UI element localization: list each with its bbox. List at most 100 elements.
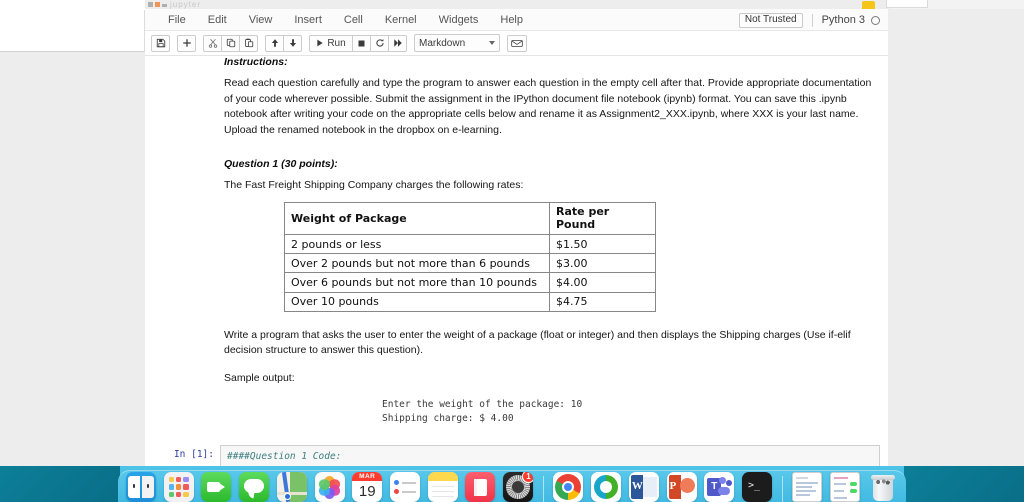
dock-icon-notes[interactable] [427,472,458,502]
menu-cell[interactable]: Cell [333,12,374,28]
trust-status-badge[interactable]: Not Trusted [738,12,803,28]
instructions-heading: Instructions: [224,56,288,68]
dock-icon-chrome[interactable] [553,472,584,502]
dock-icon-launchpad[interactable] [163,472,194,502]
dock-icon-window-2[interactable] [830,472,861,502]
kernel-separator [811,13,813,27]
calendar-day-label: 19 [358,483,376,500]
shipping-rates-table: Weight of Package Rate per Pound 2 pound… [284,201,656,312]
dock-separator [781,476,783,502]
sample-output-block: Enter the weight of the package: 10 Ship… [382,399,583,424]
table-header-weight: Weight of Package [284,201,550,236]
table-row: Over 2 pounds but not more than 6 pounds… [284,253,656,274]
menu-view[interactable]: View [238,12,284,28]
table-cell-weight: Over 10 pounds [284,291,550,312]
top-strip [0,0,145,10]
powerpoint-letter-label: P [669,480,677,492]
dock-icon-finder[interactable] [126,472,156,502]
question1-task: Write a program that asks the user to en… [224,328,851,357]
restart-kernel-button[interactable] [370,34,389,52]
table-row: Over 10 pounds $4.75 [284,291,656,312]
copy-button[interactable] [221,34,240,52]
interrupt-kernel-button[interactable] [352,34,371,52]
run-button-label: Run [327,37,346,49]
menu-edit[interactable]: Edit [197,12,238,28]
desktop-right-gutter [888,9,1024,481]
dock-icon-photos[interactable] [314,472,345,502]
restart-and-run-all-button[interactable] [388,34,407,52]
paste-button[interactable] [239,34,258,52]
calendar-month-label: MAR [352,472,383,481]
background-window-left[interactable] [0,10,145,52]
menu-help[interactable]: Help [489,12,534,28]
macos-dock: MAR 19 1 W P T >_ [0,466,1024,502]
top-partial-panel [886,0,928,8]
table-header-rate: Rate per Pound [549,201,656,236]
instructions-body: Read each question carefully and type th… [224,77,872,136]
save-button[interactable] [151,34,170,52]
kernel-idle-indicator-icon[interactable] [871,15,880,25]
dock-icon-calendar[interactable]: MAR 19 [352,472,383,502]
dock-corner-left [0,466,120,502]
dock-icon-terminal[interactable]: >_ [741,472,772,502]
top-yellow-marker-icon [862,1,875,9]
table-row: 2 pounds or less $1.50 [284,234,656,255]
toolbar-group-move [265,34,302,52]
jupyter-logo-text: jupyter [170,0,202,9]
dock-icon-maps[interactable] [276,472,307,502]
sample-output-label: Sample output: [224,371,295,384]
markdown-cell-instructions[interactable]: Instructions: Read each question careful… [145,56,888,194]
move-cell-down-button[interactable] [283,34,302,52]
toolbar-group-palette [507,34,527,52]
dock-items: MAR 19 1 W P T >_ [120,472,904,502]
dock-separator [542,476,544,502]
toolbar-group-run: Run [309,34,407,52]
dock-icon-word[interactable]: W [628,472,659,502]
chevron-down-icon [489,41,495,45]
screen: jupyter File Edit View Insert Cell Kerne… [0,0,1024,502]
notebook-scroll-area[interactable]: Instructions: Read each question careful… [145,56,888,481]
shipping-rates-table-wrap: Weight of Package Rate per Pound 2 pound… [145,201,888,312]
dock-icon-facetime[interactable] [201,472,232,502]
table-cell-rate: $3.00 [549,253,656,274]
command-palette-button[interactable] [507,34,527,52]
desktop-left-gutter [0,52,145,481]
table-cell-weight: Over 6 pounds but not more than 10 pound… [284,272,550,293]
table-cell-rate: $4.00 [549,272,656,293]
jupyter-logo-icon: jupyter [148,0,208,9]
code-cell-source: ####Question 1 Code: [227,451,342,463]
cell-type-select[interactable]: Markdown [414,34,500,52]
dock-icon-messages[interactable] [239,472,270,502]
cell-type-value: Markdown [419,37,466,49]
move-cell-up-button[interactable] [265,34,284,52]
app-store-badge: 1 [522,472,534,483]
menu-file[interactable]: File [157,12,197,28]
dock-icon-anaconda[interactable] [591,472,622,502]
table-cell-weight: Over 2 pounds but not more than 6 pounds [284,253,550,274]
insert-cell-below-button[interactable] [177,34,196,52]
menu-kernel[interactable]: Kernel [374,12,428,28]
notebook-menubar: File Edit View Insert Cell Kernel Widget… [145,9,888,31]
dock-icon-app-store[interactable]: 1 [503,472,534,502]
dock-icon-window-1[interactable] [792,472,823,502]
toolbar-group-insert [177,34,196,52]
teams-letter-label: T [711,481,718,492]
menu-widgets[interactable]: Widgets [428,12,490,28]
markdown-cell-question1-task[interactable]: Write a program that asks the user to en… [145,328,888,387]
dock-icon-books[interactable] [465,472,496,502]
menu-insert[interactable]: Insert [283,12,333,28]
cut-button[interactable] [203,34,222,52]
dock-icon-powerpoint[interactable]: P [666,472,697,502]
table-cell-rate: $1.50 [549,234,656,255]
question1-heading: Question 1 (30 points): [224,158,338,171]
kernel-status-zone: Not Trusted Python 3 [738,9,880,31]
jupyter-notebook-window: File Edit View Insert Cell Kernel Widget… [145,9,888,481]
toolbar-group-clipboard [203,34,258,52]
table-row: Over 6 pounds but not more than 10 pound… [284,272,656,293]
code-cell-prompt: In [1]: [173,449,214,461]
dock-icon-teams[interactable]: T [704,472,735,502]
notebook-toolbar: Run Markdown [145,31,888,56]
dock-icon-trash[interactable] [868,472,898,502]
run-button[interactable]: Run [309,34,353,52]
dock-icon-reminders[interactable] [389,472,420,502]
